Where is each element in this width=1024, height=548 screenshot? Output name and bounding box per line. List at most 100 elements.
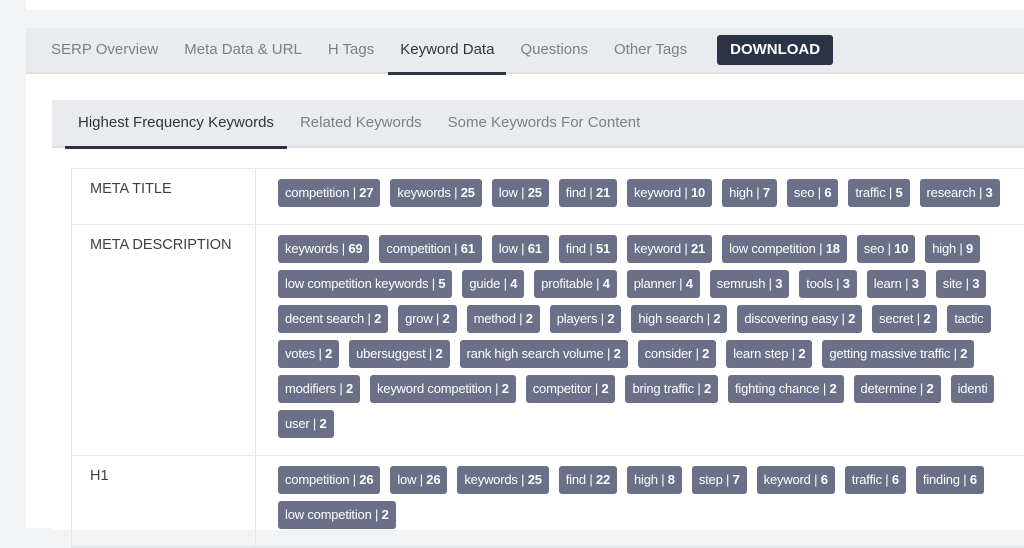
keyword-tag[interactable]: bring traffic | 2: [625, 375, 718, 403]
tag-line: modifiers | 2 keyword competition | 2 comp…: [278, 375, 1024, 410]
keyword-count: 2: [798, 346, 806, 361]
keyword-tag[interactable]: players | 2: [549, 305, 622, 333]
keyword-text: votes: [285, 346, 316, 361]
keyword-tag[interactable]: user | 2: [278, 410, 334, 438]
keyword-tag[interactable]: learn | 3: [866, 270, 926, 298]
keyword-tag[interactable]: competition | 61: [379, 235, 482, 263]
keyword-tag[interactable]: keyword | 21: [627, 235, 713, 263]
keyword-tag[interactable]: seo | 6: [786, 179, 839, 207]
keyword-tag[interactable]: semrush | 3: [709, 270, 790, 298]
tab-serp-overview[interactable]: SERP Overview: [51, 27, 158, 73]
keyword-text: consider: [644, 346, 693, 361]
keyword-tag[interactable]: tools | 3: [799, 270, 857, 298]
keyword-tag[interactable]: secret | 2: [872, 305, 938, 333]
keyword-tag[interactable]: find | 21: [558, 179, 617, 207]
keyword-tag[interactable]: identi: [950, 375, 995, 403]
keyword-tag[interactable]: keyword | 10: [627, 179, 713, 207]
subtab-highest-frequency-keywords[interactable]: Highest Frequency Keywords: [65, 99, 287, 149]
keyword-tag[interactable]: determine | 2: [853, 375, 941, 403]
subtab-some-keywords-for-content[interactable]: Some Keywords For Content: [448, 99, 641, 147]
keyword-tag[interactable]: getting massive traffic | 2: [822, 340, 975, 368]
keyword-tag[interactable]: seo | 10: [856, 235, 916, 263]
keyword-tag[interactable]: competition | 27: [278, 179, 381, 207]
tab-questions[interactable]: Questions: [520, 27, 588, 73]
keyword-count: 5: [438, 276, 446, 291]
keyword-text: find: [565, 241, 586, 256]
tab-keyword-data[interactable]: Keyword Data: [388, 27, 507, 75]
keyword-tag[interactable]: site | 3: [935, 270, 987, 298]
keyword-tag[interactable]: guide | 4: [462, 270, 525, 298]
row-label: META TITLE: [72, 169, 256, 224]
keyword-count: 6: [891, 472, 899, 487]
keyword-text: low competition: [729, 241, 816, 256]
tab-meta-data-url[interactable]: Meta Data & URL: [184, 27, 302, 73]
keyword-count: 3: [972, 276, 980, 291]
keyword-count: 3: [775, 276, 783, 291]
keyword-tag[interactable]: learn step | 2: [726, 340, 813, 368]
keyword-count: 2: [525, 311, 533, 326]
keyword-text: getting massive traffic: [829, 346, 951, 361]
keyword-tag[interactable]: high | 9: [925, 235, 981, 263]
keyword-tag[interactable]: competitor | 2: [525, 375, 616, 403]
tag-line: decent search | 2 grow | 2 method | 2 playe…: [278, 305, 1024, 340]
keyword-tag[interactable]: discovering easy | 2: [737, 305, 863, 333]
keyword-text: secret: [879, 311, 914, 326]
keyword-tag[interactable]: planner | 4: [626, 270, 700, 298]
keyword-tag[interactable]: keywords | 69: [278, 235, 370, 263]
download-button[interactable]: DOWNLOAD: [717, 35, 834, 65]
keyword-tag[interactable]: grow | 2: [398, 305, 457, 333]
keyword-tag[interactable]: finding | 6: [915, 466, 984, 494]
keyword-tag[interactable]: low | 61: [491, 235, 549, 263]
keyword-tag[interactable]: low competition keywords | 5: [278, 270, 453, 298]
keyword-count: 6: [820, 472, 828, 487]
keyword-tag[interactable]: research | 3: [919, 179, 1000, 207]
keyword-tag[interactable]: high | 8: [627, 466, 682, 494]
keyword-tag[interactable]: keyword competition | 2: [369, 375, 516, 403]
keyword-tag[interactable]: rank high search volume | 2: [459, 340, 628, 368]
keyword-tag[interactable]: method | 2: [466, 305, 540, 333]
tab-h-tags[interactable]: H Tags: [328, 27, 374, 73]
keyword-tag[interactable]: keyword | 6: [756, 466, 835, 494]
keyword-tag[interactable]: step | 7: [691, 466, 747, 494]
keyword-tag[interactable]: competition | 26: [278, 466, 381, 494]
keyword-tag[interactable]: high | 7: [722, 179, 777, 207]
keyword-tag[interactable]: consider | 2: [637, 340, 717, 368]
keyword-text: research: [926, 185, 976, 200]
keyword-tag[interactable]: find | 51: [558, 235, 617, 263]
keyword-tag[interactable]: high search | 2: [631, 305, 728, 333]
keyword-text: rank high search volume: [466, 346, 604, 361]
keyword-tag[interactable]: keywords | 25: [390, 179, 482, 207]
subtab-related-keywords[interactable]: Related Keywords: [300, 99, 422, 147]
keyword-tag[interactable]: decent search | 2: [278, 305, 389, 333]
keyword-count: 2: [607, 311, 615, 326]
keyword-tag[interactable]: votes | 2: [278, 340, 340, 368]
keyword-text: user: [285, 416, 310, 431]
keyword-count: 2: [926, 381, 934, 396]
tab-other-tags[interactable]: Other Tags: [614, 27, 687, 73]
keyword-tag[interactable]: traffic | 6: [844, 466, 906, 494]
keyword-text: high: [634, 472, 658, 487]
keyword-tag[interactable]: tactic: [947, 305, 991, 333]
keyword-text: keyword: [763, 472, 811, 487]
keyword-count: 3: [911, 276, 919, 291]
keyword-tag[interactable]: traffic | 5: [848, 179, 910, 207]
keyword-count: 2: [501, 381, 509, 396]
keyword-count: 22: [595, 472, 610, 487]
keyword-count: 3: [842, 276, 850, 291]
keyword-tag[interactable]: low | 25: [491, 179, 549, 207]
keyword-tag[interactable]: keywords | 25: [457, 466, 549, 494]
keyword-text: keyword competition: [376, 381, 492, 396]
table-row-meta-title: META TITLE competition | 27 keywords | 25 l…: [72, 169, 1024, 225]
keyword-tag[interactable]: find | 22: [558, 466, 617, 494]
keyword-text: low: [498, 185, 518, 200]
keyword-tag[interactable]: low | 26: [390, 466, 448, 494]
keyword-count: 61: [460, 241, 475, 256]
keyword-count: 2: [848, 311, 856, 326]
keyword-tag[interactable]: profitable | 4: [534, 270, 617, 298]
keyword-tag[interactable]: fighting chance | 2: [728, 375, 844, 403]
main-tabs: SERP Overview Meta Data & URL H Tags Keywor…: [26, 27, 1024, 75]
keyword-text: site: [942, 276, 963, 291]
keyword-tag[interactable]: modifiers | 2: [278, 375, 360, 403]
keyword-tag[interactable]: ubersuggest | 2: [349, 340, 450, 368]
keyword-tag[interactable]: low competition | 18: [722, 235, 847, 263]
